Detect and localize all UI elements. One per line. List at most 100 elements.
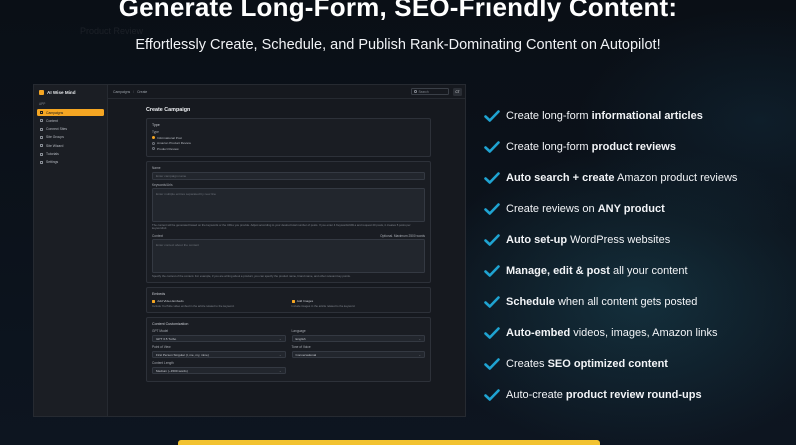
checkbox-label: Add Video Embeds [157, 299, 184, 304]
gpt-model-label: GPT Model [152, 329, 169, 334]
search-icon [414, 90, 417, 93]
check-icon [484, 171, 500, 184]
gpt-model-select[interactable]: GPT 3.5 Turbo ⌄ [152, 334, 286, 343]
feature-text: Auto-embed videos, images, Amazon links [506, 327, 718, 340]
details-card: Name Enter campaign name Keywords/Urls E… [146, 161, 431, 284]
topbar: Campaigns / Create Search CT [108, 85, 465, 99]
card-title: Content Customization [152, 322, 189, 327]
sidebar-item-campaigns[interactable]: Campaigns [37, 108, 104, 117]
keywords-placeholder: Enter multiple entries separated by new … [156, 192, 217, 196]
breadcrumb-separator: / [133, 89, 135, 94]
radio-dot-icon [152, 141, 155, 145]
type-card: Type Type Informational Post Amazon Prod… [146, 118, 431, 157]
sidebar-item-connect-sites[interactable]: Connect Sites [37, 125, 104, 133]
feature-text: Auto-create product review round-ups [506, 389, 702, 402]
ghost-watermark-text: Product Review [80, 26, 144, 36]
name-label: Name [152, 166, 161, 170]
folder-icon [40, 135, 43, 139]
sidebar-item-tutorials[interactable]: Tutorials [37, 150, 104, 158]
language-select[interactable]: English ⌄ [291, 334, 425, 343]
content-icon [40, 119, 43, 123]
brand[interactable]: AI Wise Mind [34, 85, 107, 99]
type-label: Type [152, 130, 159, 134]
sidebar-item-content[interactable]: Content [37, 117, 104, 125]
chevron-down-icon: ⌄ [278, 368, 282, 373]
check-icon [484, 358, 500, 371]
check-icon [484, 265, 500, 277]
sidebar-item-settings[interactable]: Settings [37, 159, 104, 167]
feature-text: Create long-form product reviews [506, 140, 676, 153]
chevron-down-icon: ⌄ [278, 336, 282, 341]
search-input[interactable]: Search [411, 88, 449, 95]
feature-text: Create reviews on ANY product [506, 202, 665, 215]
radio-informational-post[interactable]: Informational Post [152, 136, 425, 140]
check-icon [484, 234, 500, 246]
link-icon [40, 127, 43, 131]
images-help: Include images in the article related to… [291, 303, 356, 308]
book-icon [40, 152, 43, 156]
feature-text: Schedule when all content gets posted [506, 296, 698, 309]
length-select[interactable]: Medium (~1500 words) ⌄ [152, 366, 286, 375]
select-value: Conversational [295, 352, 317, 357]
video-embeds-checkbox[interactable]: Add Video Embeds [152, 299, 286, 303]
video-help: Include YouTube video embed in the artic… [152, 303, 235, 308]
radio-amazon-product-review[interactable]: Amazon Product Review [152, 141, 425, 145]
check-icon [484, 203, 500, 215]
check-icon [484, 109, 500, 122]
sidebar-item-site-wizard[interactable]: Site Wizard [37, 142, 104, 150]
gear-icon [40, 160, 43, 164]
feature-item: Creates SEO optimized content [484, 349, 784, 380]
radio-label: Product Review [157, 146, 179, 151]
checkbox-icon [291, 299, 295, 303]
sidebar-item-label: Tutorials [46, 152, 59, 157]
radio-dot-icon [152, 136, 155, 139]
sidebar-item-label: Campaigns [46, 110, 64, 115]
feature-item: Auto search + create Amazon product revi… [484, 162, 784, 193]
campaigns-icon [40, 111, 43, 115]
name-input[interactable]: Enter campaign name [152, 171, 425, 180]
keywords-label: Keywords/Urls [152, 182, 173, 187]
avatar[interactable]: CT [453, 87, 462, 96]
feature-item: Auto-create product review round-ups [484, 380, 784, 411]
select-value: Medium (~1500 words) [156, 368, 188, 373]
keywords-textarea[interactable]: Enter multiple entries separated by new … [152, 188, 425, 222]
chevron-down-icon: ⌄ [278, 352, 282, 357]
sidebar-item-label: Site Wizard [46, 143, 64, 148]
check-icon [484, 389, 500, 402]
check-icon [484, 140, 500, 153]
context-textarea[interactable]: Enter context about the content [152, 239, 425, 274]
brand-name: AI Wise Mind [47, 89, 76, 95]
feature-item: Auto-embed videos, images, Amazon links [484, 318, 784, 349]
breadcrumb-create: Create [137, 89, 148, 94]
sidebar-item-label: Content [46, 118, 58, 123]
feature-item: Manage, edit & post all your content [484, 255, 784, 286]
search-placeholder: Search [418, 89, 429, 94]
feature-item: Create long-form informational articles [484, 100, 784, 131]
pov-label: Point of View [152, 345, 171, 350]
context-help: Specify the context of the content. For … [152, 273, 351, 278]
tone-label: Tone of Voice [291, 345, 311, 350]
context-placeholder: Enter context about the content [156, 243, 199, 248]
feature-item: Create long-form product reviews [484, 131, 784, 162]
chevron-down-icon: ⌄ [418, 336, 421, 341]
images-checkbox[interactable]: Add Images [291, 299, 426, 303]
subheadline: Effortlessly Create, Schedule, and Publi… [135, 37, 661, 53]
cta-button[interactable] [178, 440, 600, 445]
card-title: Embeds [152, 292, 166, 297]
breadcrumb-campaigns[interactable]: Campaigns [113, 90, 130, 94]
language-label: Language [291, 329, 306, 334]
tone-select[interactable]: Conversational ⌄ [291, 350, 425, 359]
sidebar-item-label: Settings [46, 160, 59, 165]
pov-select[interactable]: First Person Singular (I, me, my, mine) ⌄ [152, 350, 286, 359]
select-value: English [295, 336, 306, 341]
select-value: GPT 3.5 Turbo [156, 336, 177, 341]
embeds-card: Embeds Add Video Embeds Include YouTube … [146, 287, 431, 314]
sidebar-item-label: Site Groups [46, 135, 64, 140]
main-content: Create Campaign Type Type Informational … [146, 107, 431, 386]
card-title: Type [152, 123, 160, 127]
radio-product-review[interactable]: Product Review [152, 147, 425, 151]
page-title: Create Campaign [146, 107, 191, 113]
sidebar-item-site-groups[interactable]: Site Groups [37, 134, 104, 142]
name-placeholder: Enter campaign name [156, 173, 187, 178]
feature-list: Create long-form informational articles … [484, 100, 784, 411]
